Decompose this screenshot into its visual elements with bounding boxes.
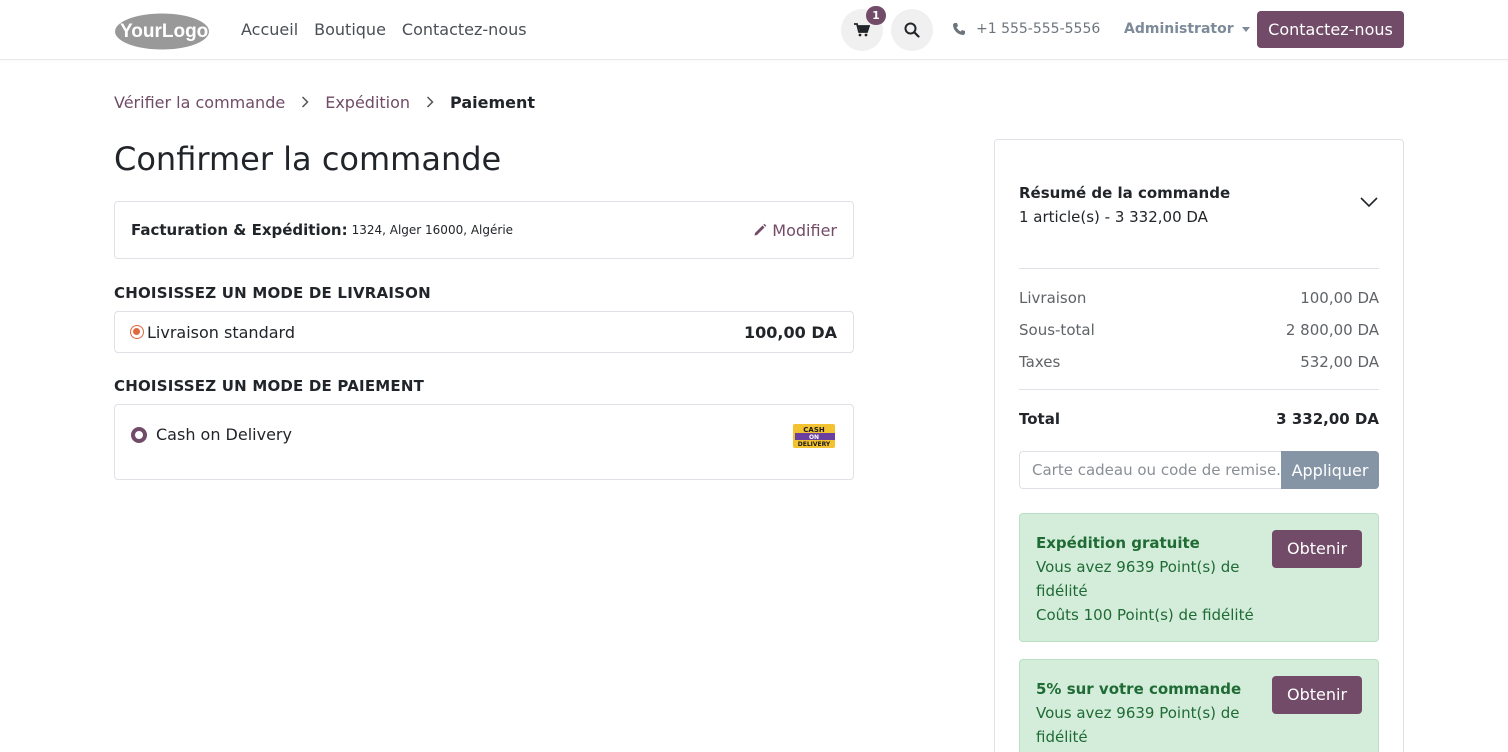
obtain-reward-button[interactable]: Obtenir [1272,530,1362,568]
delivery-section-title: CHOISISSEZ UN MODE DE LIVRAISON [114,284,431,302]
divider [1019,268,1379,269]
chevron-right-icon [426,93,434,112]
site-logo[interactable]: YourLogo [114,13,210,50]
site-header: YourLogo Accueil Boutique Contactez-nous… [0,0,1508,60]
payment-section-title: CHOISISSEZ UN MODE DE PAIEMENT [114,377,425,395]
svg-text:ON: ON [809,434,819,441]
reward-points-balance: Vous avez 9639 Point(s) de fidélité [1036,704,1240,746]
caret-down-icon [1241,26,1250,32]
contact-button[interactable]: Contactez-nous [1257,11,1404,48]
reward-points-balance: Vous avez 9639 Point(s) de fidélité [1036,558,1240,600]
reward-card-discount: 5% sur votre commande Vous avez 9639 Poi… [1019,659,1379,752]
reward-card-free-shipping: Expédition gratuite Vous avez 9639 Point… [1019,513,1379,642]
reward-cost: Coûts 100 Point(s) de fidélité [1036,606,1254,624]
breadcrumb-payment: Paiement [450,93,536,112]
logo-text: YourLogo [120,21,208,42]
reward-title: Expédition gratuite [1036,534,1200,552]
summary-subtitle: 1 article(s) - 3 332,00 DA [1019,208,1208,226]
user-name: Administrator [1124,21,1234,37]
billing-shipping-card: Facturation & Expédition: 1324, Alger 16… [114,201,854,259]
nav-item-contact[interactable]: Contactez-nous [402,20,527,39]
phone-number: +1 555-555-5556 [976,21,1101,37]
delivery-option[interactable]: Livraison standard 100,00 DA [114,311,854,353]
cart-count-badge: 1 [866,6,886,25]
user-menu[interactable]: Administrator [1124,21,1250,37]
page-title: Confirmer la commande [114,140,502,178]
payment-radio[interactable] [131,426,147,443]
cart-icon [854,23,870,37]
summary-line-delivery: Livraison 100,00 DA [1019,289,1379,307]
search-icon [904,22,920,38]
delivery-price: 100,00 DA [744,322,837,342]
edit-address-button[interactable]: Modifier [753,221,837,240]
chevron-right-icon [301,93,309,112]
summary-title: Résumé de la commande [1019,184,1231,202]
obtain-reward-button[interactable]: Obtenir [1272,676,1362,714]
apply-promo-button[interactable]: Appliquer [1281,451,1379,489]
cash-on-delivery-logo: CASH ON DELIVERY [793,424,835,448]
delivery-method-name: Livraison standard [147,322,295,342]
payment-option[interactable]: Cash on Delivery CASH ON DELIVERY [114,404,854,480]
main-nav: Accueil Boutique Contactez-nous [241,20,527,39]
phone-contact[interactable]: +1 555-555-5556 [952,21,1100,37]
order-summary: Résumé de la commande 1 article(s) - 3 3… [994,139,1404,752]
billing-label: Facturation & Expédition: [131,221,348,239]
billing-address: 1324, Alger 16000, Algérie [351,223,514,237]
breadcrumb-shipping[interactable]: Expédition [325,93,410,112]
promo-code-input[interactable]: Carte cadeau ou code de remise... [1019,451,1281,489]
svg-text:DELIVERY: DELIVERY [798,441,831,448]
summary-line-subtotal: Sous-total 2 800,00 DA [1019,321,1379,339]
summary-line-taxes: Taxes 532,00 DA [1019,353,1379,371]
summary-total: Total 3 332,00 DA [1019,410,1379,428]
divider [1019,389,1379,390]
breadcrumb-review-order[interactable]: Vérifier la commande [114,93,285,112]
pencil-icon [754,223,767,236]
edit-label: Modifier [772,220,837,240]
phone-icon [953,23,965,35]
checkout-breadcrumb: Vérifier la commande Expédition Paiement [114,93,535,112]
reward-title: 5% sur votre commande [1036,680,1242,698]
promo-code-group: Carte cadeau ou code de remise... Appliq… [1019,451,1379,489]
payment-method-name: Cash on Delivery [156,425,292,444]
search-button[interactable] [891,9,933,51]
nav-item-shop[interactable]: Boutique [314,20,386,39]
nav-item-home[interactable]: Accueil [241,20,298,39]
chevron-down-icon[interactable] [1359,196,1379,208]
delivery-radio[interactable] [130,325,144,339]
svg-text:CASH: CASH [803,426,825,434]
